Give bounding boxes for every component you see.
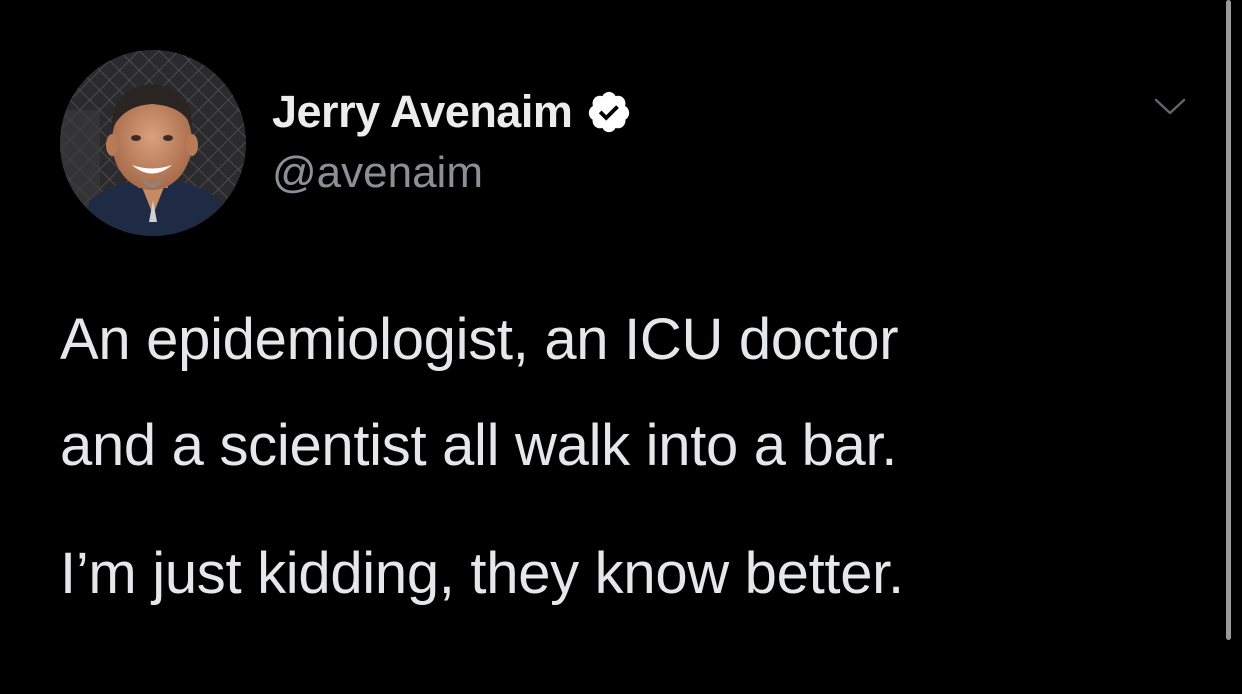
verified-badge-icon bbox=[586, 89, 632, 135]
display-name[interactable]: Jerry Avenaim bbox=[272, 86, 573, 138]
tweet-text-line: I’m just kidding, they know better. bbox=[60, 541, 904, 606]
avatar-photo-icon bbox=[60, 50, 246, 236]
author-name-row[interactable]: Jerry Avenaim bbox=[272, 82, 632, 142]
chevron-down-icon[interactable] bbox=[1152, 95, 1188, 119]
tweet-text-line: and a scientist all walk into a bar. bbox=[60, 413, 898, 478]
author-handle[interactable]: @avenaim bbox=[272, 148, 483, 198]
tweet: Jerry Avenaim @avenaim An epidemiologist… bbox=[0, 0, 1242, 694]
scrollbar[interactable] bbox=[1226, 0, 1231, 640]
tweet-text-line: An epidemiologist, an ICU doctor bbox=[60, 307, 899, 372]
avatar[interactable] bbox=[60, 50, 246, 236]
